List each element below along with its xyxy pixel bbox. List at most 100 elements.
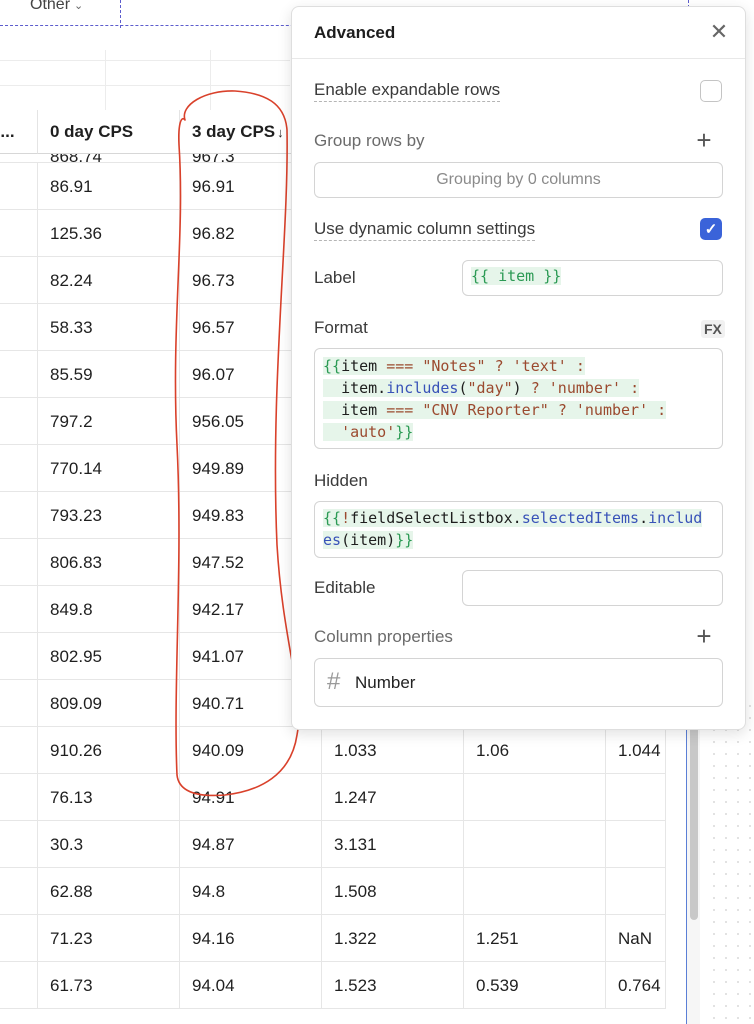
table-cell: 940.09 bbox=[180, 727, 322, 774]
table-cell bbox=[464, 821, 606, 868]
table-cell: 76.13 bbox=[38, 774, 180, 821]
table-cell: 793.23 bbox=[38, 492, 180, 539]
table-cell: 1.508 bbox=[322, 868, 464, 915]
table-cell: 802.95 bbox=[38, 633, 180, 680]
table-cell: 797.2 bbox=[38, 398, 180, 445]
table-cell: 94.87 bbox=[180, 821, 322, 868]
table-cell bbox=[0, 633, 38, 680]
divider bbox=[120, 0, 121, 28]
fx-toggle-button[interactable]: FX bbox=[701, 320, 725, 338]
table-row[interactable]: 61.73 94.04 1.523 0.539 0.764 bbox=[0, 962, 666, 1009]
table-cell: 30.3 bbox=[38, 821, 180, 868]
table-cell: 94.04 bbox=[180, 962, 322, 1009]
table-cell: 86.91 bbox=[38, 163, 180, 210]
table-cell bbox=[0, 915, 38, 962]
column-header-0-day-cps[interactable]: 0 day CPS bbox=[38, 110, 180, 154]
hidden-field-label: Hidden bbox=[314, 471, 368, 490]
table-cell: 71.23 bbox=[38, 915, 180, 962]
column-header-label: 3 day CPS bbox=[192, 122, 276, 141]
other-filter-label: Other bbox=[30, 0, 71, 13]
table-row[interactable]: 30.3 94.87 3.131 bbox=[0, 821, 666, 868]
table-cell: 94.91 bbox=[180, 774, 322, 821]
add-group-plus-icon[interactable]: + bbox=[692, 127, 716, 153]
expandable-rows-label: Enable expandable rows bbox=[314, 80, 501, 102]
dynamic-column-settings-checkbox[interactable]: ✓ bbox=[700, 218, 722, 240]
table-cell: 94.8 bbox=[180, 868, 322, 915]
table-cell bbox=[606, 774, 666, 821]
panel-header: Advanced ✕ bbox=[292, 7, 745, 59]
dynamic-column-settings-label: Use dynamic column settings bbox=[314, 219, 536, 241]
table-cell bbox=[0, 445, 38, 492]
table-cell bbox=[0, 774, 38, 821]
table-cell: 1.06 bbox=[464, 727, 606, 774]
table-row[interactable]: 76.13 94.91 1.247 bbox=[0, 774, 666, 821]
table-cell bbox=[464, 774, 606, 821]
column-header[interactable]: o... bbox=[0, 110, 38, 154]
table-cell bbox=[0, 351, 38, 398]
sort-desc-icon[interactable]: ↓ bbox=[277, 125, 284, 140]
table-cell: 94.16 bbox=[180, 915, 322, 962]
table-cell bbox=[0, 492, 38, 539]
group-rows-label: Group rows by bbox=[314, 131, 425, 150]
editable-field-label: Editable bbox=[314, 578, 376, 597]
table-cell: 910.26 bbox=[38, 727, 180, 774]
table-cell: 125.36 bbox=[38, 210, 180, 257]
divider bbox=[0, 85, 290, 86]
table-cell bbox=[464, 868, 606, 915]
table-cell: 809.09 bbox=[38, 680, 180, 727]
table-cell: 806.83 bbox=[38, 539, 180, 586]
table-cell bbox=[0, 210, 38, 257]
table-row[interactable]: 62.88 94.8 1.508 bbox=[0, 868, 666, 915]
panel-title: Advanced bbox=[314, 23, 396, 42]
canvas-background bbox=[708, 700, 754, 1024]
table-cell bbox=[0, 821, 38, 868]
format-field-label: Format bbox=[314, 318, 368, 337]
table-cell: 58.33 bbox=[38, 304, 180, 351]
table-row[interactable]: 71.23 94.16 1.322 1.251 NaN bbox=[0, 915, 666, 962]
column-property-item[interactable]: # Number bbox=[314, 658, 723, 707]
table-cell: 3.131 bbox=[322, 821, 464, 868]
table-cell: 868.74 bbox=[38, 154, 180, 162]
other-filter-dropdown[interactable]: Other ⌄ bbox=[30, 0, 83, 14]
table-cell bbox=[0, 304, 38, 351]
table-cell: 0.764 bbox=[606, 962, 666, 1009]
table-cell: 1.523 bbox=[322, 962, 464, 1009]
table-cell bbox=[0, 539, 38, 586]
editable-input[interactable] bbox=[462, 570, 723, 606]
table-cell bbox=[0, 962, 38, 1009]
hidden-code-editor[interactable]: {{!fieldSelectListbox.selectedItems.incl… bbox=[314, 501, 723, 558]
table-cell: 770.14 bbox=[38, 445, 180, 492]
close-icon[interactable]: ✕ bbox=[707, 19, 731, 44]
table-cell: 1.247 bbox=[322, 774, 464, 821]
table-cell: 1.251 bbox=[464, 915, 606, 962]
table-cell bbox=[606, 868, 666, 915]
table-cell: 0.539 bbox=[464, 962, 606, 1009]
divider bbox=[210, 50, 211, 110]
table-cell bbox=[0, 257, 38, 304]
table-cell bbox=[0, 398, 38, 445]
divider bbox=[0, 60, 290, 61]
advanced-settings-panel: Advanced ✕ Enable expandable rows Group … bbox=[291, 6, 746, 730]
table-cell bbox=[0, 868, 38, 915]
grouping-field[interactable]: Grouping by 0 columns bbox=[314, 162, 723, 198]
label-field-label: Label bbox=[314, 268, 356, 287]
table-row[interactable]: 910.26 940.09 1.033 1.06 1.044 bbox=[0, 727, 666, 774]
column-properties-label: Column properties bbox=[314, 627, 453, 646]
table-cell bbox=[0, 586, 38, 633]
column-property-name: Number bbox=[355, 673, 416, 692]
table-cell: 849.8 bbox=[38, 586, 180, 633]
hash-icon: # bbox=[327, 668, 341, 695]
table-cell: 1.033 bbox=[322, 727, 464, 774]
table-cell: 85.59 bbox=[38, 351, 180, 398]
table-cell: 82.24 bbox=[38, 257, 180, 304]
label-input[interactable]: {{ item }} bbox=[462, 260, 723, 296]
chevron-down-icon: ⌄ bbox=[74, 0, 84, 12]
format-code-editor[interactable]: {{item === "Notes" ? 'text' : item.inclu… bbox=[314, 348, 723, 449]
expandable-rows-checkbox[interactable] bbox=[700, 80, 722, 102]
add-column-property-plus-icon[interactable]: + bbox=[692, 623, 716, 649]
table-cell: 61.73 bbox=[38, 962, 180, 1009]
table-cell: 1.322 bbox=[322, 915, 464, 962]
table-cell bbox=[0, 163, 38, 210]
table-cell bbox=[0, 727, 38, 774]
table-cell bbox=[606, 821, 666, 868]
